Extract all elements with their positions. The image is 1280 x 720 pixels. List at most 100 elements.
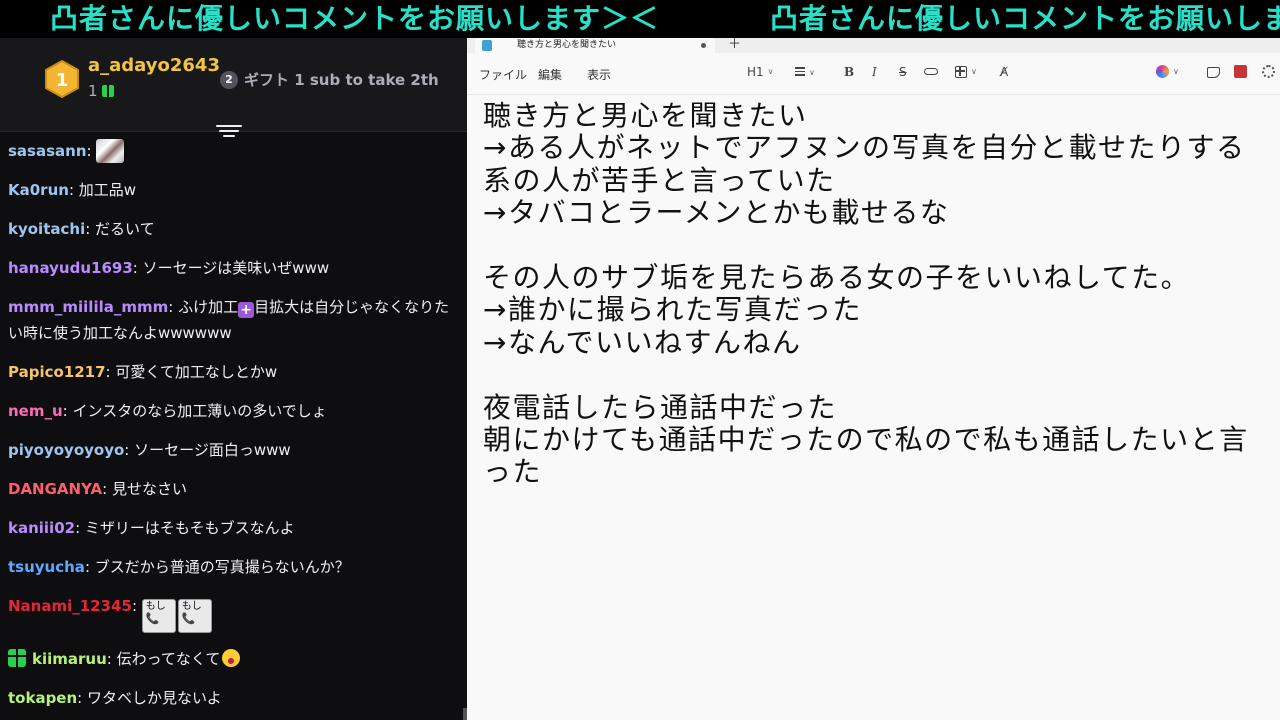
chat-text: ブスだから普通の写真撮らないんか？ (94, 558, 350, 576)
chat-message: nem_u: インスタのなら加工薄いの多いでしょ (8, 398, 459, 424)
top-gifter-count: 1 (88, 82, 114, 100)
gear-icon (1262, 65, 1275, 78)
rank-1-badge-icon: 1 (45, 60, 79, 98)
chat-text: 加工品w (78, 181, 137, 199)
editor-line: 夜電話したら通話中だった (483, 390, 838, 424)
list-dropdown[interactable]: ∨ (795, 65, 815, 80)
banner-text-repeat: 凸者さんに優しいコメントをお願いします＞＜ (770, 2, 1280, 35)
chat-username[interactable]: Nanami_12345 (8, 597, 132, 615)
gift-icon (101, 85, 114, 97)
chat-text: だるいて (95, 220, 155, 238)
chat-message: DANGANYA: 見せなさい (8, 476, 459, 502)
italic-button[interactable]: I (872, 65, 877, 79)
chat-text: インスタのなら加工薄いの多いでしょ (72, 402, 327, 420)
extension-button[interactable] (1234, 65, 1247, 79)
heading-label: H1 (747, 65, 764, 79)
emote-icon[interactable] (96, 139, 125, 163)
strikethrough-button[interactable]: S (899, 65, 907, 79)
chat-username[interactable]: tokapen (8, 689, 77, 707)
chat-separator: : (84, 558, 95, 576)
marquee-banner: 凸者さんに優しいコメントをお願いします＞＜ 凸者さんに優しいコメントをお願いしま… (0, 0, 1280, 38)
phone-emote-icon[interactable]: もし (177, 599, 212, 633)
chat-separator: : (131, 597, 142, 615)
editor-line: その人のサブ垢を見たらある女の子をいいねしてた。 (483, 261, 1191, 295)
rank-2-slot: 2 ギフト 1 sub to take 2th (220, 69, 439, 90)
plus-emoji-icon: + (238, 302, 255, 318)
link-button[interactable] (924, 65, 938, 79)
heading-dropdown[interactable]: H1 ∨ (747, 65, 774, 79)
editor-line: →誰かに撮られた写真だった (483, 293, 862, 327)
chat-separator: : (102, 480, 112, 498)
chat-text: ソーセージは美味いぜwww (142, 259, 330, 277)
chat-text: ソーセージ面白っwww (134, 441, 291, 459)
table-dropdown[interactable]: ∨ (955, 65, 977, 79)
editor-line: →ある人がネットでアフヌンの写真を自分と載せたりする系の人が苦手と言っていた (483, 131, 1246, 197)
tab-bar: 聴き方と男心を聞きたい ＋ (467, 38, 1280, 53)
clear-format-button[interactable]: A̸ (1000, 65, 1008, 79)
bold-button[interactable]: B (844, 65, 854, 79)
chat-message: Nanami_12345: もしもし (8, 593, 459, 633)
chat-text: ワタベしか見ないよ (87, 689, 222, 707)
chat-message: Papico1217: 可愛くて加工なしとかw (8, 359, 459, 385)
chat-username[interactable]: kaniii02 (8, 519, 75, 537)
notification-button[interactable] (1207, 65, 1220, 79)
unsaved-dot-icon (701, 43, 706, 48)
chat-message: kiimaruu: 伝わってなくて (8, 646, 459, 672)
chat-separator: : (105, 363, 116, 381)
chat-text: ふけ加工 (178, 298, 239, 316)
editor-line: 聴き方と男心を聞きたい (483, 99, 808, 132)
menu-view[interactable]: 表示 (587, 66, 611, 83)
chat-separator: : (68, 181, 79, 199)
chat-separator: : (132, 259, 143, 277)
chat-text: 見せなさい (111, 480, 187, 498)
menu-toolbar: ファイル 編集 表示 H1 ∨ ∨ B I S ∨ A̸ ∨ (467, 53, 1280, 95)
chat-separator: : (106, 650, 117, 668)
phone-emote-icon[interactable]: もし (141, 599, 176, 633)
chat-messages: sasasann: Ka0run: 加工品w kyoitachi: だるいて han… (0, 138, 467, 720)
gift-badge-icon (8, 649, 26, 667)
chat-text: 可愛くて加工なしとかw (115, 363, 278, 381)
settings-button[interactable] (1262, 65, 1275, 79)
chat-message: tokapen: ワタベしか見ないよ (8, 685, 459, 711)
chat-username[interactable]: Ka0run (8, 181, 69, 199)
notepad-window: 聴き方と男心を聞きたい ＋ ファイル 編集 表示 H1 ∨ ∨ B I S ∨ A… (467, 38, 1280, 720)
chevron-down-icon: ∨ (809, 67, 815, 77)
chat-username[interactable]: kiimaruu (32, 650, 107, 668)
chat-text: 伝わってなくて (116, 650, 221, 668)
gift-leaderboard: 1 a_adayo2643 1 2 ギフト 1 sub to take 2th (0, 38, 467, 137)
chat-message: kyoitachi: だるいて (8, 216, 459, 242)
chat-separator: : (75, 519, 85, 537)
chat-text: ミザリーはそもそもブスなんよ (84, 519, 295, 537)
chat-separator: : (124, 441, 135, 459)
chat-message: kaniii02: ミザリーはそもそもブスなんよ (8, 515, 459, 541)
menu-file[interactable]: ファイル (479, 66, 527, 83)
table-icon (955, 66, 967, 78)
banner-text: 凸者さんに優しいコメントをお願いします＞＜ (50, 2, 660, 35)
chat-message: hanayudu1693: ソーセージは美味いぜwww (8, 255, 459, 281)
chat-username[interactable]: kyoitachi (8, 220, 85, 238)
rank-2-badge-icon: 2 (220, 70, 238, 89)
chat-username[interactable]: nem_u (8, 402, 63, 420)
chat-username[interactable]: DANGANYA (8, 480, 102, 498)
chat-username[interactable]: Papico1217 (8, 363, 106, 381)
notification-icon (1207, 67, 1220, 78)
chat-username[interactable]: hanayudu1693 (8, 259, 133, 277)
list-icon (795, 65, 805, 78)
chat-username[interactable]: piyoyoyoyoyo (8, 441, 124, 459)
chat-message: tsuyucha: ブスだから普通の写真撮らないんか？ (8, 554, 459, 580)
chat-separator: : (85, 220, 96, 238)
top-gifter-name[interactable]: a_adayo2643 (88, 55, 220, 76)
new-tab-icon[interactable]: ＋ (728, 38, 741, 52)
chat-username[interactable]: sasasann (8, 142, 87, 160)
editor-line: →なんでいいねすんねん (483, 325, 802, 359)
rank-2-text: ギフト 1 sub to take 2th (244, 71, 439, 89)
chat-message: mmm_miilila_mmm: ふけ加工 + 目拡大は自分じゃなくなりたい時に使う… (8, 294, 459, 346)
chat-username[interactable]: tsuyucha (8, 558, 85, 576)
menu-edit[interactable]: 編集 (538, 66, 562, 83)
document-tab[interactable]: 聴き方と男心を聞きたい (475, 38, 715, 53)
editor-line (483, 359, 1272, 391)
chat-username[interactable]: mmm_miilila_mmm (8, 298, 168, 316)
text-editor[interactable]: 聴き方と男心を聞きたい →ある人がネットでアフヌンの写真を自分と載せたりする系の人… (483, 99, 1272, 489)
copilot-button[interactable]: ∨ (1156, 65, 1179, 79)
gift-count: 1 (88, 82, 98, 100)
